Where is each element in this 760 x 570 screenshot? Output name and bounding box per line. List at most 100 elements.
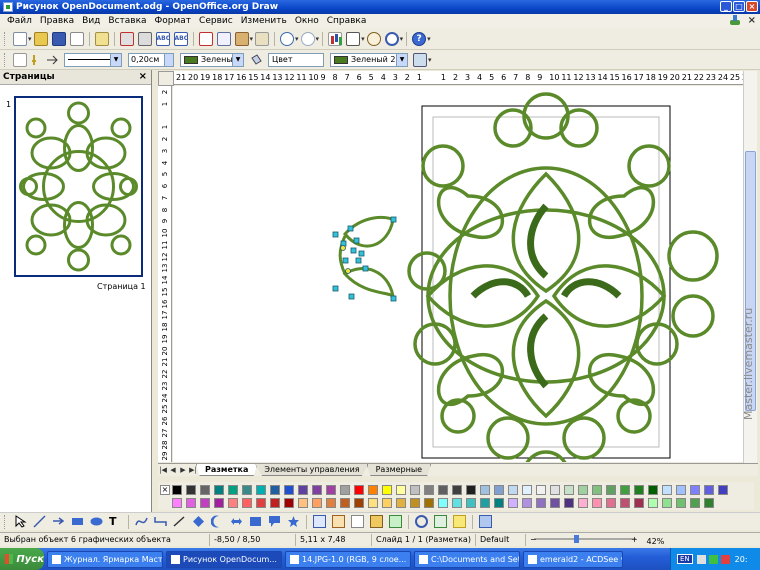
zoom-slider[interactable]: − + 42% bbox=[526, 534, 726, 546]
open-icon[interactable] bbox=[33, 31, 48, 46]
palette-swatch[interactable] bbox=[214, 485, 224, 495]
palette-swatch[interactable] bbox=[340, 485, 350, 495]
line-icon[interactable] bbox=[31, 53, 41, 67]
save-icon[interactable] bbox=[51, 31, 66, 46]
palette-swatch[interactable] bbox=[634, 498, 644, 508]
chevron-down-icon[interactable]: ▾ bbox=[427, 35, 431, 43]
palette-swatch[interactable] bbox=[242, 485, 252, 495]
prev-tab-icon[interactable]: ◀ bbox=[168, 465, 178, 476]
chevron-down-icon[interactable]: ▾ bbox=[316, 35, 320, 43]
chevron-down-icon[interactable]: ▾ bbox=[428, 56, 432, 64]
taskbar-item-draw[interactable]: Рисунок OpenDocum... bbox=[166, 550, 282, 568]
palette-swatch[interactable] bbox=[354, 498, 364, 508]
palette-swatch[interactable] bbox=[284, 485, 294, 495]
palette-swatch[interactable] bbox=[186, 498, 196, 508]
horizontal-ruler[interactable]: 21 20 19 18 17 16 15 14 13 12 11 10 9 8 7 6 5 4 3 2 1 1 2 3 4 5 6 7… bbox=[174, 71, 752, 85]
palette-swatch[interactable] bbox=[508, 485, 518, 495]
palette-swatch[interactable] bbox=[578, 498, 588, 508]
taskbar-item-acdsee[interactable]: emerald2 - ACDSee v3.1 bbox=[523, 550, 623, 568]
last-tab-icon[interactable]: ▶| bbox=[188, 465, 198, 476]
palette-swatch[interactable] bbox=[452, 485, 462, 495]
palette-swatch[interactable] bbox=[438, 498, 448, 508]
palette-swatch[interactable] bbox=[410, 498, 420, 508]
drawing-canvas[interactable] bbox=[173, 86, 743, 462]
palette-swatch[interactable] bbox=[704, 498, 714, 508]
gallery-icon[interactable] bbox=[389, 515, 402, 528]
palette-swatch[interactable] bbox=[662, 498, 672, 508]
palette-swatch[interactable] bbox=[298, 498, 308, 508]
chevron-down-icon[interactable]: ▾ bbox=[250, 35, 254, 43]
palette-swatch[interactable] bbox=[200, 498, 210, 508]
palette-swatch[interactable] bbox=[368, 485, 378, 495]
copy-icon[interactable] bbox=[216, 31, 231, 46]
taskbar-item-gimp[interactable]: 14.JPG-1.0 (RGB, 9 слое... bbox=[285, 550, 411, 568]
palette-swatch[interactable] bbox=[648, 485, 658, 495]
palette-swatch[interactable] bbox=[648, 498, 658, 508]
next-tab-icon[interactable]: ▶ bbox=[178, 465, 188, 476]
chevron-down-icon[interactable]: ▾ bbox=[28, 35, 32, 43]
format-paintbrush-icon[interactable] bbox=[255, 31, 270, 46]
taskbar-item-browser[interactable]: Журнал. Ярмарка Маст... bbox=[47, 550, 163, 568]
chart-icon[interactable] bbox=[328, 31, 343, 46]
chevron-down-icon[interactable]: ▾ bbox=[295, 35, 299, 43]
palette-swatch[interactable] bbox=[620, 498, 630, 508]
minimize-button[interactable]: _ bbox=[720, 1, 732, 12]
palette-swatch[interactable] bbox=[452, 498, 462, 508]
palette-swatch[interactable] bbox=[606, 485, 616, 495]
update-download-icon[interactable] bbox=[728, 15, 742, 26]
palette-swatch[interactable] bbox=[662, 485, 672, 495]
menu-insert[interactable]: Вставка bbox=[104, 16, 150, 26]
palette-swatch[interactable] bbox=[228, 498, 238, 508]
shadow-icon[interactable] bbox=[413, 52, 427, 67]
navigator-icon[interactable] bbox=[366, 31, 381, 46]
palette-swatch[interactable] bbox=[606, 498, 616, 508]
spellcheck-icon[interactable]: ABC bbox=[155, 31, 170, 46]
palette-swatch[interactable] bbox=[172, 485, 182, 495]
menu-file[interactable]: Файл bbox=[3, 16, 36, 26]
redo-icon[interactable] bbox=[300, 31, 315, 46]
stars-icon[interactable] bbox=[287, 515, 300, 528]
line-style-combo[interactable]: ▼ bbox=[64, 52, 122, 67]
menu-window[interactable]: Окно bbox=[291, 16, 323, 26]
palette-swatch[interactable] bbox=[718, 485, 728, 495]
tab-dimensions[interactable]: Размерные bbox=[366, 464, 432, 476]
palette-swatch[interactable] bbox=[550, 498, 560, 508]
palette-swatch[interactable] bbox=[340, 498, 350, 508]
taskbar-item-explorer[interactable]: C:\Documents and Settin... bbox=[414, 550, 520, 568]
email-icon[interactable] bbox=[69, 31, 84, 46]
callouts-icon[interactable] bbox=[268, 515, 281, 528]
palette-swatch[interactable] bbox=[704, 485, 714, 495]
connector-tool-icon[interactable] bbox=[154, 515, 167, 528]
palette-swatch[interactable] bbox=[270, 485, 280, 495]
palette-swatch[interactable] bbox=[536, 498, 546, 508]
rectangle-tool-icon[interactable] bbox=[71, 515, 84, 528]
menu-tools[interactable]: Сервис bbox=[195, 16, 237, 26]
language-indicator[interactable]: EN bbox=[677, 554, 693, 564]
page-thumbnail[interactable] bbox=[14, 96, 143, 277]
palette-swatch[interactable] bbox=[284, 498, 294, 508]
palette-swatch[interactable] bbox=[228, 485, 238, 495]
palette-swatch[interactable] bbox=[466, 485, 476, 495]
line-color-combo[interactable]: Зеленый ▼ bbox=[180, 52, 244, 67]
line-tool-icon[interactable] bbox=[33, 515, 46, 528]
fontwork-icon[interactable] bbox=[351, 515, 364, 528]
palette-swatch[interactable] bbox=[410, 485, 420, 495]
palette-swatch[interactable] bbox=[690, 485, 700, 495]
block-arrows-icon[interactable] bbox=[230, 515, 243, 528]
styles-icon[interactable] bbox=[13, 52, 27, 67]
palette-swatch[interactable] bbox=[186, 485, 196, 495]
palette-swatch[interactable] bbox=[382, 498, 392, 508]
chevron-down-icon[interactable]: ▾ bbox=[361, 35, 365, 43]
area-color-combo[interactable]: Зеленый 2 ▼ bbox=[330, 52, 408, 67]
close-document-icon[interactable]: × bbox=[748, 15, 756, 26]
palette-swatch[interactable] bbox=[424, 485, 434, 495]
toolbar-grip[interactable] bbox=[4, 52, 7, 67]
palette-swatch[interactable] bbox=[634, 485, 644, 495]
symbol-shapes-icon[interactable] bbox=[210, 515, 224, 528]
chevron-down-icon[interactable]: ▾ bbox=[400, 35, 404, 43]
points-icon[interactable] bbox=[313, 515, 326, 528]
text-tool-icon[interactable]: T bbox=[109, 515, 122, 528]
help-icon[interactable]: ? bbox=[412, 31, 427, 46]
palette-swatch[interactable] bbox=[424, 498, 434, 508]
tray-icon[interactable] bbox=[720, 554, 730, 564]
